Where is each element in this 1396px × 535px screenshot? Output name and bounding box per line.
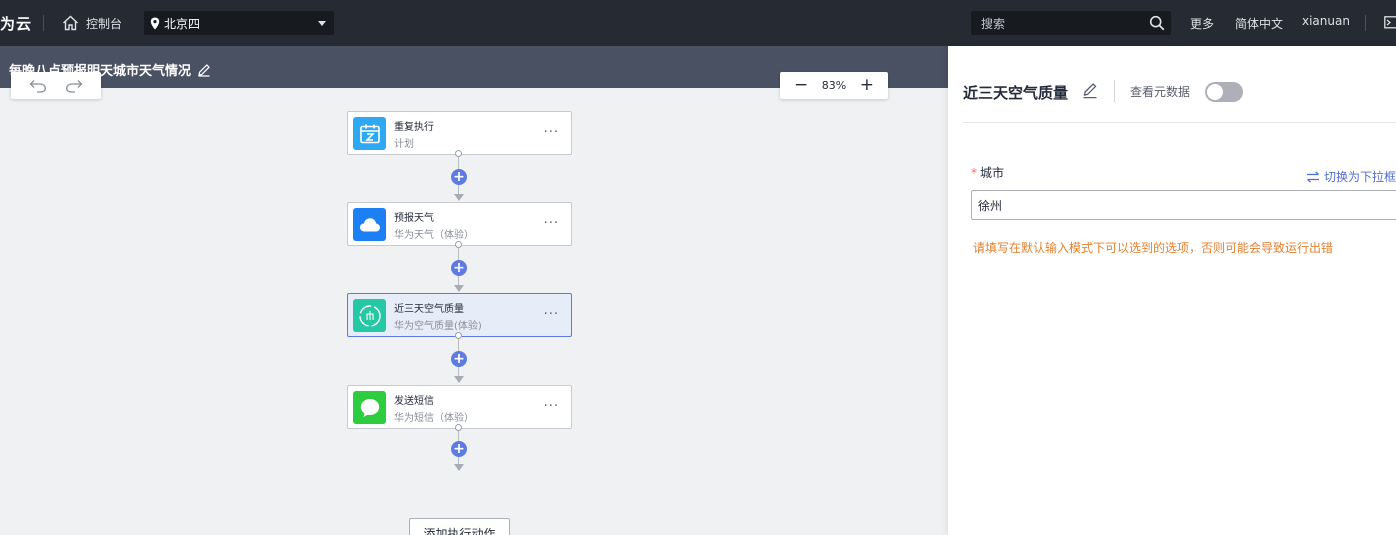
swap-icon xyxy=(1307,170,1319,183)
arrow-down-icon xyxy=(454,464,464,471)
required-mark: * xyxy=(971,166,977,180)
edit-pencil-icon[interactable] xyxy=(197,63,211,77)
node-title: 重复执行 xyxy=(394,122,434,133)
calendar-icon xyxy=(353,117,386,150)
switch-to-dropdown-link[interactable]: 切换为下拉框 xyxy=(1306,168,1396,185)
air-quality-icon xyxy=(353,299,386,332)
switch-label: 切换为下拉框 xyxy=(1324,170,1396,184)
undo-redo-toolbar xyxy=(11,72,101,99)
connector-port xyxy=(455,241,462,248)
region-label: 北京四 xyxy=(164,16,201,31)
arrow-down-icon xyxy=(454,194,464,201)
connector-port xyxy=(455,424,462,431)
add-action-button[interactable]: 添加执行动作 xyxy=(409,518,510,535)
location-pin-icon xyxy=(150,17,160,29)
edit-pencil-icon[interactable] xyxy=(1082,82,1098,99)
chevron-down-icon xyxy=(318,20,326,26)
city-input[interactable] xyxy=(971,190,1396,220)
home-icon xyxy=(63,15,78,31)
undo-icon[interactable] xyxy=(29,79,47,93)
region-select[interactable]: 北京四 xyxy=(144,11,334,35)
city-field-label: * 城市 xyxy=(971,164,1004,181)
language-menu[interactable]: 简体中文 xyxy=(1235,15,1283,32)
search-icon[interactable] xyxy=(1149,15,1165,31)
flow-node-weather[interactable]: 预报天气 华为天气（体验） ··· xyxy=(347,202,572,246)
top-navbar: 为云 控制台 北京四 搜索 更多 简体中文 xianuan xyxy=(0,0,1396,46)
arrow-down-icon xyxy=(454,376,464,383)
node-subtitle: 华为空气质量(体验) xyxy=(394,321,482,332)
mail-icon[interactable] xyxy=(1384,16,1396,29)
input-warning: 请填写在默认输入模式下可以选到的选项，否则可能会导致运行出错 xyxy=(973,241,1334,255)
more-options-icon[interactable]: ··· xyxy=(544,125,559,140)
arrow-down-icon xyxy=(454,285,464,292)
console-label: 控制台 xyxy=(86,16,123,31)
divider xyxy=(1114,80,1115,102)
more-menu[interactable]: 更多 xyxy=(1190,15,1214,32)
message-icon xyxy=(353,391,386,424)
city-label-text: 城市 xyxy=(980,166,1005,180)
search-input[interactable]: 搜索 xyxy=(981,15,1149,32)
flow-node-sms[interactable]: 发送短信 华为短信（体验） ··· xyxy=(347,385,572,429)
console-link[interactable]: 控制台 xyxy=(62,12,122,34)
flow-node-air-quality[interactable]: 近三天空气质量 华为空气质量(体验) ··· xyxy=(347,293,572,337)
add-step-button[interactable]: + xyxy=(451,260,467,276)
connector-port xyxy=(455,332,462,339)
search-box[interactable]: 搜索 xyxy=(971,11,1171,35)
add-step-button[interactable]: + xyxy=(451,169,467,185)
zoom-control: − 83% + xyxy=(780,72,888,99)
metadata-toggle[interactable] xyxy=(1205,82,1243,102)
node-config-panel: 近三天空气质量 查看元数据 *城市 切换为下拉框 请填写在默认输入模式下可以选到… xyxy=(948,46,1396,535)
divider xyxy=(1365,15,1366,31)
zoom-level: 83% xyxy=(821,79,847,92)
add-step-button[interactable]: + xyxy=(451,441,467,457)
divider xyxy=(963,122,1396,123)
node-subtitle: 华为短信（体验） xyxy=(394,413,474,424)
brand-logo[interactable]: 为云 xyxy=(0,13,32,34)
zoom-out-button[interactable]: − xyxy=(794,77,808,94)
more-options-icon[interactable]: ··· xyxy=(544,307,559,322)
flow-node-schedule[interactable]: 重复执行 计划 ··· xyxy=(347,111,572,155)
zoom-in-button[interactable]: + xyxy=(860,77,874,94)
node-subtitle: 华为天气（体验） xyxy=(394,230,474,241)
view-metadata-label: 查看元数据 xyxy=(1130,85,1191,99)
cloud-icon xyxy=(353,208,386,241)
panel-title: 近三天空气质量 xyxy=(963,84,1069,102)
more-options-icon[interactable]: ··· xyxy=(544,216,559,231)
user-menu[interactable]: xianuan xyxy=(1302,14,1350,28)
divider xyxy=(43,15,44,31)
node-title: 发送短信 xyxy=(394,396,434,407)
more-options-icon[interactable]: ··· xyxy=(544,399,559,414)
node-title: 预报天气 xyxy=(394,213,434,224)
add-step-button[interactable]: + xyxy=(451,351,467,367)
connector-port xyxy=(455,150,462,157)
node-subtitle: 计划 xyxy=(394,139,414,150)
redo-icon[interactable] xyxy=(65,79,83,93)
node-title: 近三天空气质量 xyxy=(394,304,464,315)
